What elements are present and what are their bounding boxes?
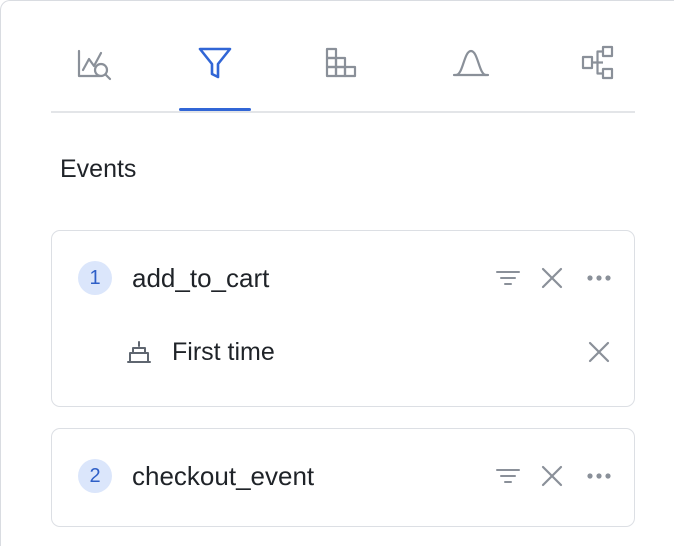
remove-event-icon[interactable] <box>537 461 567 491</box>
more-options-icon[interactable] <box>584 263 614 293</box>
event-row[interactable]: 2 checkout_event <box>52 456 634 496</box>
analysis-tabs <box>51 29 635 113</box>
more-options-icon[interactable] <box>584 461 614 491</box>
event-filter-row: First time <box>52 332 634 372</box>
event-card: 2 checkout_event <box>51 428 635 527</box>
tab-flows[interactable] <box>563 29 635 109</box>
funnel-icon <box>198 47 232 79</box>
retention-grid-icon <box>325 47 357 78</box>
event-row[interactable]: 1 add_to_cart <box>52 258 634 298</box>
filter-lines-icon[interactable] <box>493 461 523 491</box>
remove-filter-icon[interactable] <box>584 337 614 367</box>
tab-trends[interactable] <box>58 29 130 109</box>
tab-funnels[interactable] <box>179 29 251 111</box>
cake-icon <box>124 337 154 367</box>
filter-label[interactable]: First time <box>172 338 275 367</box>
remove-event-icon[interactable] <box>537 263 567 293</box>
flow-branch-icon <box>581 45 614 80</box>
event-name[interactable]: checkout_event <box>132 461 314 492</box>
tab-retention[interactable] <box>307 29 379 109</box>
step-number-badge: 2 <box>78 459 112 493</box>
step-number-badge: 1 <box>78 261 112 295</box>
bell-curve-icon <box>452 49 490 77</box>
funnel-panel: Events 1 add_to_cart First time 2 checko… <box>0 0 674 546</box>
event-name[interactable]: add_to_cart <box>132 263 269 294</box>
event-card: 1 add_to_cart First time <box>51 230 635 407</box>
chart-search-icon <box>77 49 112 81</box>
filter-lines-icon[interactable] <box>493 263 523 293</box>
tab-distribution[interactable] <box>435 29 507 109</box>
section-title: Events <box>60 155 137 183</box>
